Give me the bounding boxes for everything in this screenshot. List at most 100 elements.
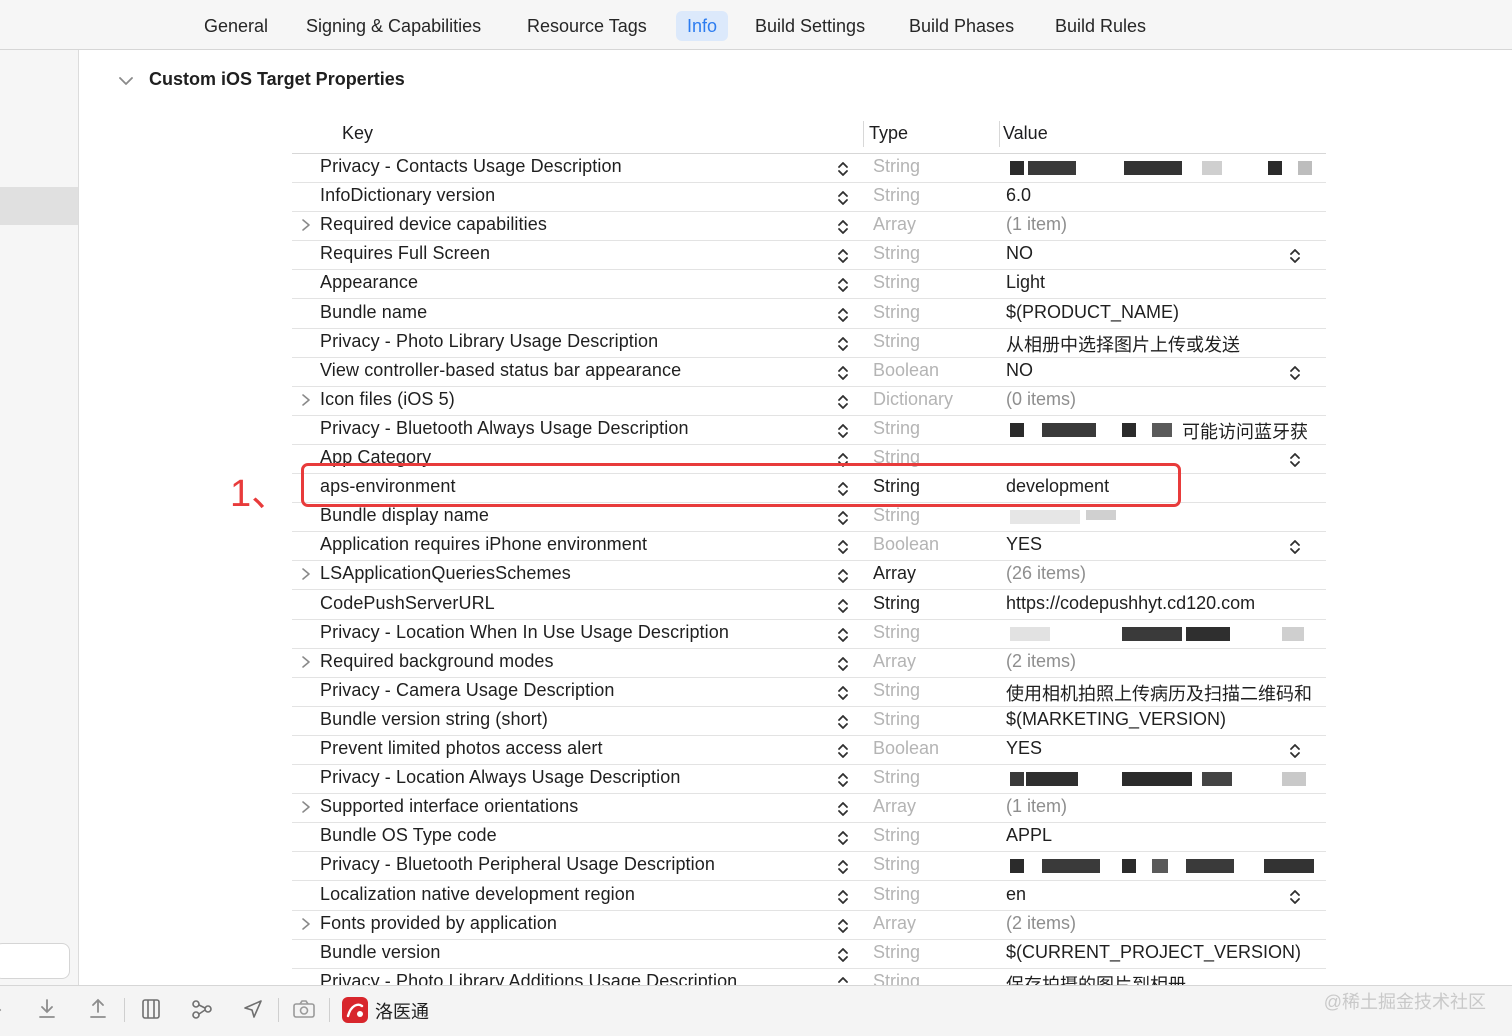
row-value[interactable]: $(CURRENT_PROJECT_VERSION) (1006, 942, 1301, 963)
row-key[interactable]: Bundle version string (short) (320, 709, 548, 730)
chevron-right-icon[interactable] (300, 653, 312, 671)
sidebar-selected-target[interactable] (0, 187, 78, 225)
row-type[interactable]: String (873, 243, 920, 264)
row-value[interactable]: 6.0 (1006, 185, 1031, 206)
row-value[interactable]: $(PRODUCT_NAME) (1006, 302, 1179, 323)
row-value[interactable]: (1 item) (1006, 214, 1067, 235)
key-stepper-icon[interactable] (835, 159, 851, 179)
row-type[interactable]: String (873, 185, 920, 206)
table-row[interactable]: Privacy - Photo Library Additions Usage … (292, 968, 1326, 985)
table-row[interactable]: Prevent limited photos access alert Boole… (292, 735, 1326, 765)
table-row[interactable]: Supported interface orientations Array (1 … (292, 793, 1326, 824)
chevron-right-icon[interactable] (300, 915, 312, 933)
table-row[interactable]: Required background modes Array (2 items) (292, 648, 1326, 678)
key-stepper-icon[interactable] (835, 916, 851, 936)
value-popup-stepper-icon[interactable] (1287, 537, 1303, 557)
row-type[interactable]: String (873, 854, 920, 875)
row-key[interactable]: Privacy - Photo Library Usage Descriptio… (320, 331, 658, 352)
row-type[interactable]: String (873, 505, 920, 526)
camera-icon[interactable] (291, 996, 317, 1022)
table-row[interactable]: Icon files (iOS 5) Dictionary (0 items) (292, 386, 1326, 416)
row-type[interactable]: String (873, 825, 920, 846)
row-value[interactable]: 从相册中选择图片上传或发送 (1006, 331, 1240, 357)
row-key[interactable]: Fonts provided by application (320, 913, 557, 934)
chevron-right-icon[interactable] (300, 391, 312, 409)
key-stepper-icon[interactable] (835, 770, 851, 790)
row-key[interactable]: Privacy - Camera Usage Description (320, 680, 615, 701)
table-row[interactable]: Privacy - Bluetooth Peripheral Usage Des… (292, 851, 1326, 882)
row-value[interactable]: NO (1006, 360, 1033, 381)
key-stepper-icon[interactable] (835, 974, 851, 985)
key-stepper-icon[interactable] (835, 596, 851, 616)
chevron-right-icon[interactable] (300, 798, 312, 816)
upload-icon[interactable] (85, 996, 111, 1022)
row-type[interactable]: String (873, 272, 920, 293)
key-stepper-icon[interactable] (835, 334, 851, 354)
row-type[interactable]: String (873, 331, 920, 352)
row-type[interactable]: Dictionary (873, 389, 953, 410)
table-row[interactable]: Bundle name String $(PRODUCT_NAME) (292, 299, 1326, 329)
row-key[interactable]: CodePushServerURL (320, 593, 495, 614)
row-key[interactable]: Privacy - Location When In Use Usage Des… (320, 622, 729, 643)
row-type[interactable]: String (873, 156, 920, 177)
value-popup-stepper-icon[interactable] (1287, 246, 1303, 266)
column-header-value[interactable]: Value (1003, 123, 1048, 144)
sidebar-filter-field[interactable] (0, 943, 70, 979)
row-value[interactable]: 保存拍摄的图片到相册 (1006, 971, 1186, 985)
key-stepper-icon[interactable] (835, 537, 851, 557)
table-row[interactable]: Requires Full Screen String NO (292, 240, 1326, 271)
key-stepper-icon[interactable] (835, 188, 851, 208)
row-key[interactable]: Privacy - Contacts Usage Description (320, 156, 622, 177)
tab-signing-capabilities[interactable]: Signing & Capabilities (295, 11, 492, 41)
key-stepper-icon[interactable] (835, 712, 851, 732)
row-type[interactable]: String (873, 884, 920, 905)
row-key[interactable]: Bundle display name (320, 505, 489, 526)
table-row[interactable]: Bundle version string (short) String $(MAR… (292, 706, 1326, 736)
table-row[interactable]: CodePushServerURL String https://codepushh… (292, 590, 1326, 620)
row-value[interactable]: YES (1006, 534, 1042, 555)
table-row[interactable]: Required device capabilities Array (1 item… (292, 211, 1326, 242)
row-type[interactable]: Boolean (873, 360, 939, 381)
row-type[interactable]: String (873, 418, 920, 439)
row-value[interactable]: (1 item) (1006, 796, 1067, 817)
row-value[interactable]: NO (1006, 243, 1033, 264)
table-row[interactable]: View controller-based status bar appeara… (292, 357, 1326, 387)
key-stepper-icon[interactable] (835, 421, 851, 441)
row-key[interactable]: Requires Full Screen (320, 243, 490, 264)
table-row[interactable]: Localization native development region St… (292, 881, 1326, 911)
column-divider[interactable] (999, 121, 1000, 147)
table-row[interactable]: Application requires iPhone environment B… (292, 531, 1326, 562)
table-row[interactable]: Bundle version String $(CURRENT_PROJECT_VE… (292, 939, 1326, 969)
chevron-down-icon[interactable] (117, 68, 135, 94)
row-type[interactable]: String (873, 680, 920, 701)
table-row[interactable]: LSApplicationQueriesSchemes Array (26 item… (292, 560, 1326, 591)
row-type[interactable]: String (873, 302, 920, 323)
row-value[interactable]: (0 items) (1006, 389, 1076, 410)
app-name[interactable]: 洛医通 (375, 998, 429, 1024)
row-type[interactable]: Array (873, 913, 916, 934)
tab-general[interactable]: General (193, 11, 279, 41)
row-type[interactable]: Array (873, 651, 916, 672)
row-key[interactable]: Required background modes (320, 651, 554, 672)
row-value[interactable]: (2 items) (1006, 651, 1076, 672)
value-popup-stepper-icon[interactable] (1287, 741, 1303, 761)
key-stepper-icon[interactable] (835, 305, 851, 325)
key-stepper-icon[interactable] (835, 828, 851, 848)
value-popup-stepper-icon[interactable] (1287, 450, 1303, 470)
table-row[interactable]: InfoDictionary version String 6.0 (292, 182, 1326, 213)
key-stepper-icon[interactable] (835, 654, 851, 674)
key-stepper-icon[interactable] (835, 945, 851, 965)
row-value[interactable]: $(MARKETING_VERSION) (1006, 709, 1226, 730)
graph-icon[interactable] (189, 996, 215, 1022)
row-key[interactable]: Privacy - Bluetooth Always Usage Descrip… (320, 418, 689, 439)
table-row[interactable]: Privacy - Location Always Usage Descript… (292, 764, 1326, 795)
row-type[interactable]: String (873, 593, 920, 614)
value-popup-stepper-icon[interactable] (1287, 363, 1303, 383)
row-type[interactable]: Array (873, 796, 916, 817)
key-stepper-icon[interactable] (835, 741, 851, 761)
row-type[interactable]: Array (873, 563, 916, 584)
tab-resource-tags[interactable]: Resource Tags (516, 11, 658, 41)
table-row[interactable]: Bundle OS Type code String APPL (292, 822, 1326, 853)
row-value[interactable]: (26 items) (1006, 563, 1086, 584)
key-stepper-icon[interactable] (835, 887, 851, 907)
